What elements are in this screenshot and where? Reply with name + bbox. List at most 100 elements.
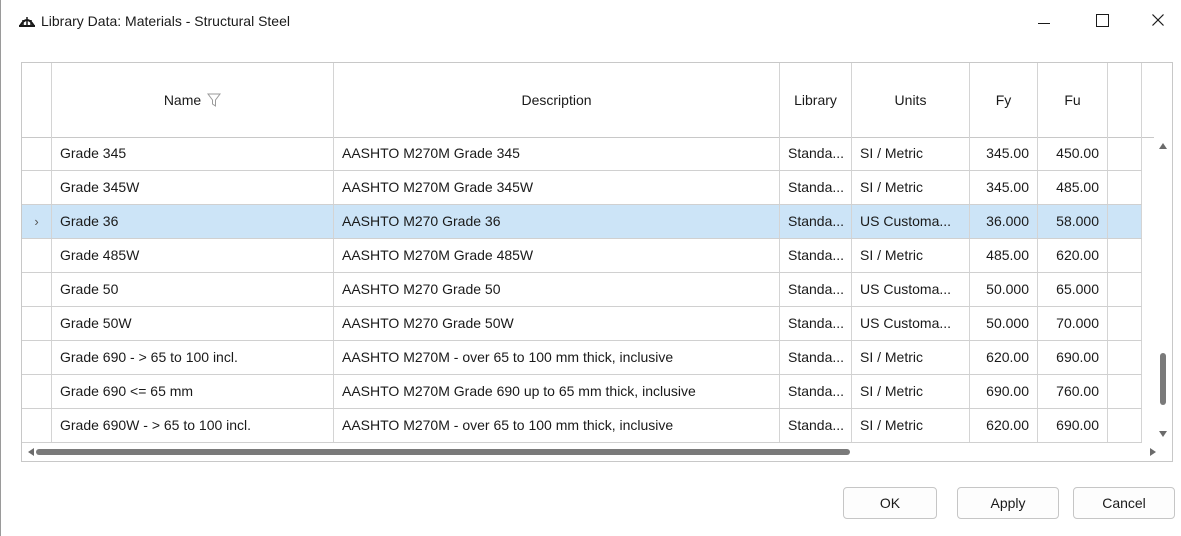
cell-fy[interactable]: 36.000 (970, 205, 1038, 238)
table-row[interactable]: Grade 690 <= 65 mm AASHTO M270M Grade 690… (22, 375, 1142, 409)
cell-fy[interactable]: 620.00 (970, 409, 1038, 442)
cell-description[interactable]: AASHTO M270M Grade 485W (334, 239, 780, 272)
scroll-up-icon[interactable] (1159, 143, 1167, 149)
minimize-icon (1038, 22, 1050, 24)
cell-fy[interactable]: 345.00 (970, 171, 1038, 204)
cell-name[interactable]: Grade 50 (52, 273, 334, 306)
cancel-button[interactable]: Cancel (1073, 487, 1175, 519)
cell-description[interactable]: AASHTO M270M - over 65 to 100 mm thick, … (334, 409, 780, 442)
cell-name[interactable]: Grade 50W (52, 307, 334, 340)
cell-units[interactable]: US Customa... (852, 307, 970, 340)
cell-library[interactable]: Standa... (780, 409, 852, 442)
column-header-library-label: Library (794, 92, 837, 108)
row-indicator[interactable]: › (22, 205, 52, 238)
apply-button[interactable]: Apply (957, 487, 1059, 519)
cell-name[interactable]: Grade 690 - > 65 to 100 incl. (52, 341, 334, 374)
cell-library[interactable]: Standa... (780, 239, 852, 272)
column-header-library[interactable]: Library (780, 63, 852, 137)
cell-units[interactable]: SI / Metric (852, 171, 970, 204)
cell-fy[interactable]: 345.00 (970, 137, 1038, 170)
row-indicator[interactable] (22, 273, 52, 306)
cell-fy[interactable]: 690.00 (970, 375, 1038, 408)
row-indicator[interactable] (22, 341, 52, 374)
cell-units[interactable]: US Customa... (852, 273, 970, 306)
table-row[interactable]: Grade 345 AASHTO M270M Grade 345 Standa...… (22, 137, 1142, 171)
cell-fy[interactable]: 620.00 (970, 341, 1038, 374)
table-row[interactable]: › Grade 36 AASHTO M270 Grade 36 Standa... US… (22, 205, 1142, 239)
cell-units[interactable]: SI / Metric (852, 375, 970, 408)
cell-fy[interactable]: 50.000 (970, 307, 1038, 340)
cell-library[interactable]: Standa... (780, 137, 852, 170)
column-header-fu[interactable]: Fu (1038, 63, 1108, 137)
cell-name[interactable]: Grade 485W (52, 239, 334, 272)
horizontal-scrollbar[interactable] (22, 443, 1172, 461)
row-indicator[interactable] (22, 375, 52, 408)
cell-units[interactable]: SI / Metric (852, 409, 970, 442)
row-indicator[interactable] (22, 137, 52, 170)
cell-fu[interactable]: 65.000 (1038, 273, 1108, 306)
cell-fu[interactable]: 70.000 (1038, 307, 1108, 340)
horizontal-scroll-thumb[interactable] (36, 449, 850, 455)
cell-library[interactable]: Standa... (780, 171, 852, 204)
cell-name[interactable]: Grade 345 (52, 137, 334, 170)
cell-name[interactable]: Grade 690W - > 65 to 100 incl. (52, 409, 334, 442)
close-button[interactable] (1135, 0, 1181, 40)
cell-fy[interactable]: 485.00 (970, 239, 1038, 272)
bridge-app-icon (19, 17, 35, 27)
cell-units[interactable]: US Customa... (852, 205, 970, 238)
cell-description[interactable]: AASHTO M270 Grade 50 (334, 273, 780, 306)
cell-fu[interactable]: 450.00 (1038, 137, 1108, 170)
cell-spacer (1108, 171, 1142, 204)
title-bar: Library Data: Materials - Structural Ste… (1, 0, 1181, 44)
table-row[interactable]: Grade 690W - > 65 to 100 incl. AASHTO M27… (22, 409, 1142, 443)
column-header-units[interactable]: Units (852, 63, 970, 137)
cell-description[interactable]: AASHTO M270M Grade 690 up to 65 mm thick… (334, 375, 780, 408)
table-row[interactable]: Grade 50W AASHTO M270 Grade 50W Standa... U… (22, 307, 1142, 341)
cell-library[interactable]: Standa... (780, 341, 852, 374)
column-header-units-label: Units (894, 92, 927, 108)
ok-button[interactable]: OK (843, 487, 937, 519)
table-row[interactable]: Grade 50 AASHTO M270 Grade 50 Standa... US … (22, 273, 1142, 307)
cell-name[interactable]: Grade 345W (52, 171, 334, 204)
row-indicator[interactable] (22, 409, 52, 442)
cell-library[interactable]: Standa... (780, 205, 852, 238)
minimize-button[interactable] (1021, 0, 1067, 40)
cell-library[interactable]: Standa... (780, 273, 852, 306)
cell-description[interactable]: AASHTO M270M Grade 345W (334, 171, 780, 204)
cell-description[interactable]: AASHTO M270 Grade 36 (334, 205, 780, 238)
column-header-fy[interactable]: Fy (970, 63, 1038, 137)
table-row[interactable]: Grade 485W AASHTO M270M Grade 485W Standa.… (22, 239, 1142, 273)
cell-fu[interactable]: 485.00 (1038, 171, 1108, 204)
cell-fu[interactable]: 760.00 (1038, 375, 1108, 408)
cell-fu[interactable]: 690.00 (1038, 409, 1108, 442)
cell-units[interactable]: SI / Metric (852, 239, 970, 272)
vertical-scroll-thumb[interactable] (1160, 353, 1166, 405)
column-header-name[interactable]: Name (52, 63, 334, 137)
cell-units[interactable]: SI / Metric (852, 137, 970, 170)
vertical-scrollbar[interactable] (1154, 137, 1172, 443)
cell-description[interactable]: AASHTO M270M Grade 345 (334, 137, 780, 170)
cell-fu[interactable]: 620.00 (1038, 239, 1108, 272)
scroll-right-icon[interactable] (1150, 448, 1156, 456)
maximize-button[interactable] (1079, 0, 1125, 40)
cell-name[interactable]: Grade 690 <= 65 mm (52, 375, 334, 408)
cell-fu[interactable]: 690.00 (1038, 341, 1108, 374)
filter-icon[interactable] (207, 93, 222, 107)
column-header-description[interactable]: Description (334, 63, 780, 137)
column-header-description-label: Description (521, 92, 592, 108)
table-row[interactable]: Grade 690 - > 65 to 100 incl. AASHTO M270… (22, 341, 1142, 375)
cell-library[interactable]: Standa... (780, 375, 852, 408)
cell-fy[interactable]: 50.000 (970, 273, 1038, 306)
cell-fu[interactable]: 58.000 (1038, 205, 1108, 238)
cell-units[interactable]: SI / Metric (852, 341, 970, 374)
table-row[interactable]: Grade 345W AASHTO M270M Grade 345W Standa.… (22, 171, 1142, 205)
cell-description[interactable]: AASHTO M270M - over 65 to 100 mm thick, … (334, 341, 780, 374)
row-indicator[interactable] (22, 239, 52, 272)
cell-description[interactable]: AASHTO M270 Grade 50W (334, 307, 780, 340)
cell-library[interactable]: Standa... (780, 307, 852, 340)
scroll-down-icon[interactable] (1159, 431, 1167, 437)
row-indicator[interactable] (22, 171, 52, 204)
row-indicator[interactable] (22, 307, 52, 340)
scroll-left-icon[interactable] (28, 448, 34, 456)
cell-name[interactable]: Grade 36 (52, 205, 334, 238)
